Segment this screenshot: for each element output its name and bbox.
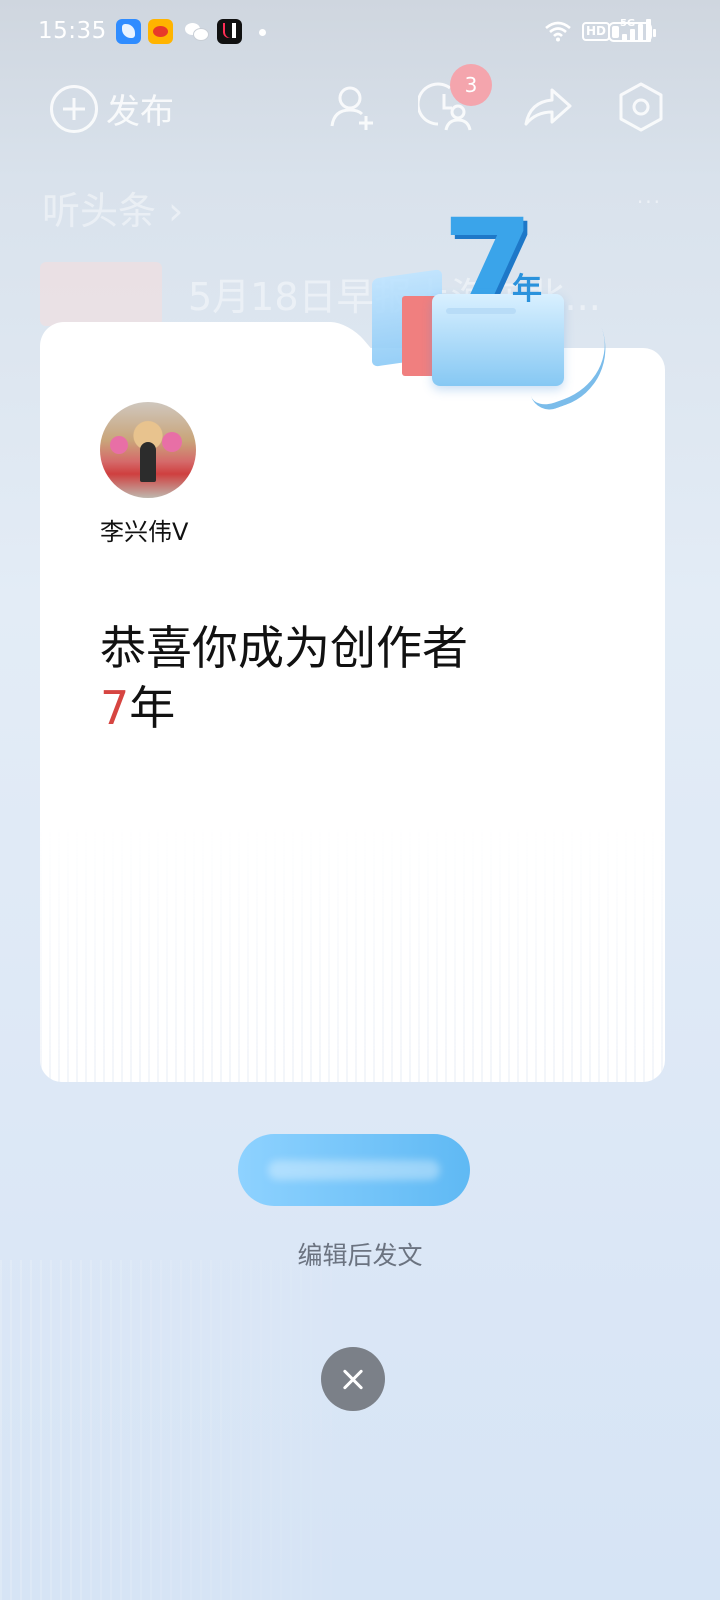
hd-icon: HD (581, 21, 610, 41)
congrats-text: 恭喜你成为创作者 (100, 621, 468, 675)
profile-header: 发布 (0, 70, 720, 150)
wechat-app-icon (184, 19, 209, 44)
tiktok-app-icon (217, 19, 242, 44)
add-friend-icon[interactable] (326, 80, 380, 134)
avatar (100, 402, 196, 498)
status-time: 15:35 (38, 18, 107, 44)
plus-circle-icon (50, 84, 98, 133)
publish-now-button[interactable] (238, 1134, 470, 1206)
browser-app-icon (116, 19, 141, 44)
years-unit: 年 (129, 681, 176, 735)
years-number: 7 (100, 681, 130, 735)
username: 李兴伟V (100, 518, 189, 546)
publish-label: 发布 (106, 92, 174, 132)
more-notifications-dot (259, 29, 266, 36)
listen-headlines-title: 听头条 › (42, 189, 184, 233)
publish-button[interactable]: 发布 (50, 84, 174, 133)
settings-icon[interactable] (614, 80, 668, 134)
seven-year-emblem: 7 年 (372, 198, 623, 416)
notification-badge: 3 (450, 64, 492, 106)
close-button[interactable] (321, 1347, 385, 1411)
share-icon[interactable] (520, 80, 574, 134)
edit-then-publish-link[interactable]: 编辑后发文 (0, 1236, 720, 1272)
weibo-app-icon (148, 19, 173, 44)
battery-icon (608, 22, 656, 42)
wifi-icon (544, 20, 572, 42)
status-bar: 15:35 HD 5G (0, 0, 720, 64)
creator-years: 7年 (100, 678, 175, 738)
feed-more-icon: ··· (636, 190, 662, 214)
emblem-unit: 年 (512, 272, 542, 307)
feed-thumbnail (40, 262, 162, 326)
anniversary-card: 李兴伟V 恭喜你成为创作者 7年 (40, 322, 665, 1082)
